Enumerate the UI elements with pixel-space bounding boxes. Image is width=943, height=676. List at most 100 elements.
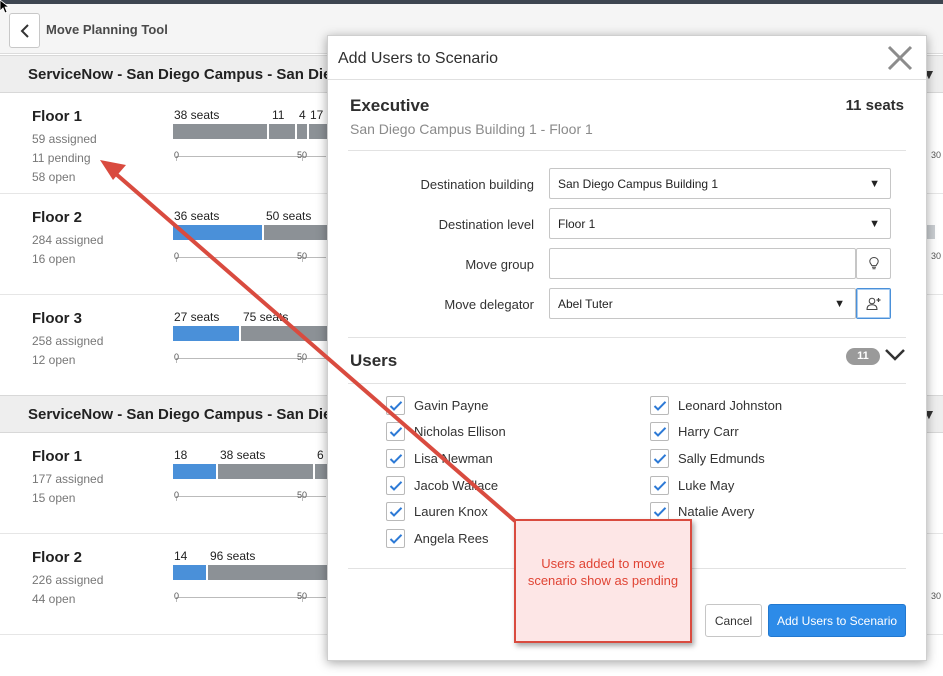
open-count: 16 open <box>32 252 76 266</box>
checkbox[interactable] <box>650 476 669 495</box>
cancel-button[interactable]: Cancel <box>705 604 762 637</box>
building-group-title: ServiceNow - San Diego Campus - San Dieg… <box>28 66 350 83</box>
bar-segment-label: 96 seats <box>210 549 256 563</box>
bar-segment <box>173 326 239 341</box>
axis-tick-label: 0 <box>174 490 180 500</box>
checkbox[interactable] <box>386 529 405 548</box>
checkbox[interactable] <box>386 396 405 415</box>
floor-name: Floor 1 <box>32 108 83 125</box>
modal-title: Add Users to Scenario <box>338 50 499 67</box>
caret-down-icon: ▼ <box>869 218 880 230</box>
checkmark-icon <box>389 426 402 437</box>
bar-segment-label: 38 seats <box>220 448 266 462</box>
chevron-down-glyph <box>885 349 905 361</box>
axis-tick-label: 0 <box>174 352 180 362</box>
open-count: 44 open <box>32 592 76 606</box>
modal-header: Add Users to Scenario <box>328 36 926 80</box>
checkmark-icon <box>389 533 402 544</box>
user-name: Sally Edmunds <box>678 451 765 466</box>
axis-tick-label: 50 <box>297 352 308 362</box>
checkbox[interactable] <box>386 502 405 521</box>
bar-segment <box>241 326 329 341</box>
mouse-cursor-icon <box>0 0 10 14</box>
chevron-left-icon <box>20 23 29 38</box>
user-name: Luke May <box>678 478 735 493</box>
bar-segment <box>173 124 267 139</box>
checkbox[interactable] <box>386 449 405 468</box>
pending-count: 11 pending <box>32 151 91 165</box>
bar-segment <box>208 565 329 580</box>
checkmark-icon <box>653 506 666 517</box>
checkmark-icon <box>389 506 402 517</box>
axis-tick-label: 30 <box>931 150 942 160</box>
move-group-input[interactable] <box>549 248 856 279</box>
checkmark-icon <box>389 400 402 411</box>
destination-level-select[interactable]: Floor 1 ▼ <box>549 208 891 239</box>
bar-segment-label: 75 seats <box>243 310 289 324</box>
assigned-count: 284 assigned <box>32 233 104 247</box>
close-icon-glyph <box>887 45 913 71</box>
lightbulb-button[interactable] <box>856 248 891 279</box>
checkbox[interactable] <box>386 476 405 495</box>
floor-name: Floor 2 <box>32 209 83 226</box>
lightbulb-icon <box>868 256 879 270</box>
assigned-count: 226 assigned <box>32 573 104 587</box>
axis-tick-label: 50 <box>297 591 308 601</box>
users-count-badge: 11 <box>846 348 880 365</box>
bar-segment-label: 36 seats <box>174 209 220 223</box>
move-delegator-select[interactable]: Abel Tuter ▼ <box>549 288 856 319</box>
back-button[interactable] <box>9 13 40 48</box>
user-name: Natalie Avery <box>678 504 755 519</box>
scenario-title: Executive <box>350 96 430 115</box>
annotation-callout: Users added to move scenario show as pen… <box>514 519 692 643</box>
add-person-icon <box>865 297 880 310</box>
checkbox[interactable] <box>650 449 669 468</box>
bar-segment-label: 6 <box>317 448 324 462</box>
caret-down-icon: ▼ <box>869 178 880 190</box>
axis-tick-label: 50 <box>297 251 308 261</box>
user-name: Angela Rees <box>414 531 489 546</box>
open-count: 12 open <box>32 353 76 367</box>
move-delegator-value: Abel Tuter <box>558 297 613 311</box>
bar-segment-label: 11 <box>272 108 285 122</box>
app-title: Move Planning Tool <box>46 22 168 37</box>
axis-tick-label: 30 <box>931 591 942 601</box>
bar-segment <box>264 225 329 240</box>
move-group-label: Move group <box>465 257 534 272</box>
close-icon[interactable] <box>886 42 914 78</box>
bar-segment-label: 17 <box>310 108 324 122</box>
user-name: Nicholas Ellison <box>414 424 506 439</box>
destination-level-label: Destination level <box>438 217 534 232</box>
checkbox[interactable] <box>650 422 669 441</box>
assigned-count: 59 assigned <box>32 132 97 146</box>
user-name: Gavin Payne <box>414 398 489 413</box>
bar-segment-label: 14 <box>174 549 188 563</box>
chevron-down-icon[interactable] <box>884 346 906 367</box>
checkbox[interactable] <box>386 422 405 441</box>
destination-level-value: Floor 1 <box>558 217 596 231</box>
checkmark-icon <box>653 453 666 464</box>
user-name: Harry Carr <box>678 424 739 439</box>
checkmark-icon <box>653 480 666 491</box>
checkbox[interactable] <box>650 396 669 415</box>
destination-building-value: San Diego Campus Building 1 <box>558 177 719 191</box>
user-name: Lisa Newman <box>414 451 493 466</box>
add-users-button[interactable]: Add Users to Scenario <box>768 604 906 637</box>
annotation-text: Users added to move scenario show as pen… <box>527 556 679 588</box>
destination-building-select[interactable]: San Diego Campus Building 1 ▼ <box>549 168 891 199</box>
axis-tick-label: 30 <box>931 251 942 261</box>
move-delegator-label: Move delegator <box>444 297 534 312</box>
bar-segment-label: 4 <box>299 108 306 122</box>
add-person-button[interactable] <box>856 288 891 319</box>
destination-building-label: Destination building <box>420 177 534 192</box>
checkmark-icon <box>389 480 402 491</box>
checkmark-icon <box>653 426 666 437</box>
divider <box>348 150 906 151</box>
users-section-title: Users <box>350 351 398 370</box>
bar-segment <box>269 124 295 139</box>
open-count: 58 open <box>32 170 76 184</box>
checkmark-icon <box>389 453 402 464</box>
bar-segment-label: 50 seats <box>266 209 312 223</box>
bar-segment <box>173 464 216 479</box>
divider <box>348 337 906 338</box>
